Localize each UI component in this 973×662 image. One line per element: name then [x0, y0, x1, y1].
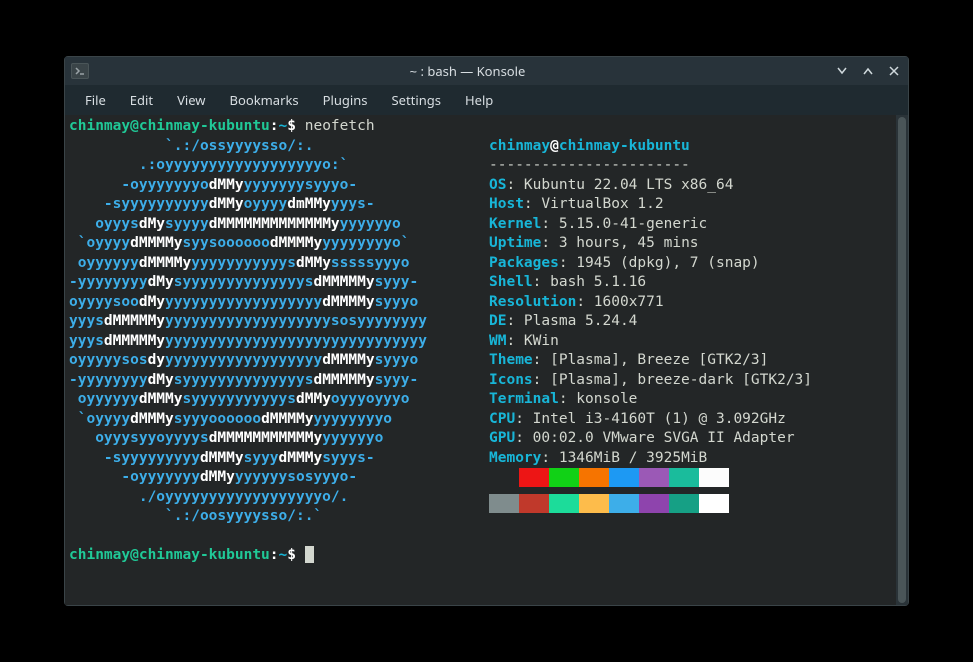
- window-title: ~ : bash — Konsole: [101, 62, 834, 80]
- neofetch-info-line: CPU: Intel i3-4160T (1) @ 3.092GHz: [489, 410, 812, 430]
- neofetch-info-line: Packages: 1945 (dpkg), 7 (snap): [489, 254, 812, 274]
- cursor: [305, 546, 314, 563]
- scrollbar-thumb[interactable]: [898, 117, 906, 603]
- scrollbar[interactable]: [896, 115, 908, 605]
- neofetch-info-line: Uptime: 3 hours, 45 mins: [489, 234, 812, 254]
- neofetch-info-line: GPU: 00:02.0 VMware SVGA II Adapter: [489, 429, 812, 449]
- neofetch-info-line: WM: KWin: [489, 332, 812, 352]
- neofetch-logo: `.:/ossyyyysso/:. .:oyyyyyyyyyyyyyyyyyyo…: [69, 137, 489, 527]
- menubar: FileEditViewBookmarksPluginsSettingsHelp: [65, 85, 908, 115]
- menu-edit[interactable]: Edit: [118, 87, 165, 113]
- titlebar[interactable]: ~ : bash — Konsole: [65, 57, 908, 85]
- neofetch-info-line: Icons: [Plasma], breeze-dark [GTK2/3]: [489, 371, 812, 391]
- menu-file[interactable]: File: [73, 87, 118, 113]
- close-button[interactable]: [886, 63, 902, 79]
- window-icon-area: [71, 63, 101, 79]
- menu-help[interactable]: Help: [453, 87, 505, 113]
- neofetch-info-line: Shell: bash 5.1.16: [489, 273, 812, 293]
- neofetch-info-line: -----------------------: [489, 156, 812, 176]
- neofetch-info-line: Kernel: 5.15.0-41-generic: [489, 215, 812, 235]
- neofetch-info-line: [489, 468, 812, 494]
- neofetch-info-line: Memory: 1346MiB / 3925MiB: [489, 449, 812, 469]
- prompt-icon: [71, 63, 89, 79]
- neofetch-info-line: Theme: [Plasma], Breeze [GTK2/3]: [489, 351, 812, 371]
- neofetch-info-line: Resolution: 1600x771: [489, 293, 812, 313]
- konsole-window: ~ : bash — Konsole FileEditViewBookmarks…: [64, 56, 909, 606]
- neofetch-info-line: Host: VirtualBox 1.2: [489, 195, 812, 215]
- neofetch-info-line: Terminal: konsole: [489, 390, 812, 410]
- neofetch-info-line: chinmay@chinmay-kubuntu: [489, 137, 812, 157]
- menu-view[interactable]: View: [165, 87, 217, 113]
- neofetch-info: chinmay@chinmay-kubuntu-----------------…: [489, 137, 812, 520]
- neofetch-info-line: DE: Plasma 5.24.4: [489, 312, 812, 332]
- terminal[interactable]: chinmay@chinmay-kubuntu:~$ neofetch `.:/…: [65, 115, 896, 605]
- menu-plugins[interactable]: Plugins: [311, 87, 380, 113]
- maximize-button[interactable]: [860, 63, 876, 79]
- window-controls: [834, 63, 902, 79]
- minimize-button[interactable]: [834, 63, 850, 79]
- menu-settings[interactable]: Settings: [380, 87, 453, 113]
- neofetch-info-line: OS: Kubuntu 22.04 LTS x86_64: [489, 176, 812, 196]
- neofetch-info-line: [489, 494, 812, 520]
- terminal-area: chinmay@chinmay-kubuntu:~$ neofetch `.:/…: [65, 115, 908, 605]
- menu-bookmarks[interactable]: Bookmarks: [218, 87, 311, 113]
